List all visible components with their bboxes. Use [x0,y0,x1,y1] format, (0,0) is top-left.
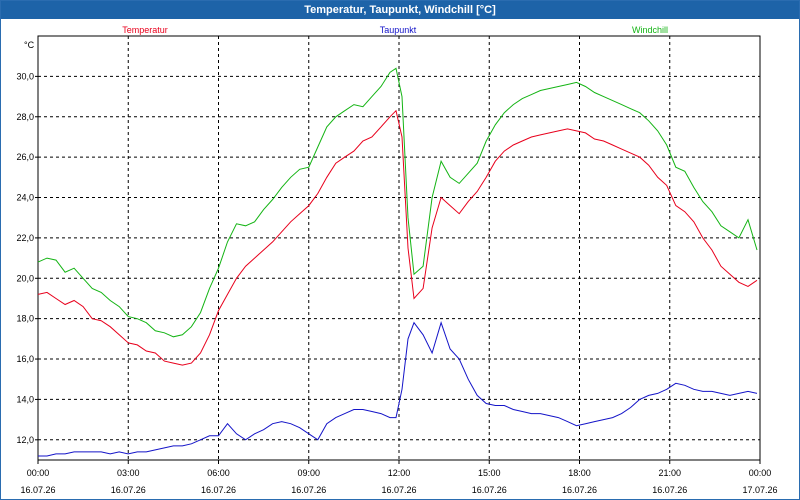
y-tick-label: 18,0 [16,314,34,324]
x-tick-time-label: 06:00 [207,468,230,478]
y-tick-label: 20,0 [16,273,34,283]
series-line-temperatur [37,109,758,366]
x-tick-date-label: 16.07.26 [111,485,146,495]
y-axis-label: °C [24,40,35,50]
y-tick-label: 24,0 [16,193,34,203]
legend-entry-temperatur: Temperatur [122,25,168,35]
y-tick-label: 16,0 [16,354,34,364]
y-tick-label: 12,0 [16,435,34,445]
x-tick-date-label: 16.07.26 [381,485,416,495]
x-tick-time-label: 21:00 [658,468,681,478]
x-tick-date-label: 16.07.26 [652,485,687,495]
legend-entry-taupunkt: Taupunkt [380,25,417,35]
y-tick-label: 14,0 [16,394,34,404]
x-tick-time-label: 12:00 [388,468,411,478]
x-tick-date-label: 16.07.26 [201,485,236,495]
chart-canvas: 12,0 14,0 16,0 18,0 20,0 22,0 24,0 26,0 28,0 30,0… [16,25,777,495]
x-tick-date-label: 17.07.26 [742,485,777,495]
series-line-taupunkt [38,321,758,457]
x-tick-time-label: 09:00 [297,468,320,478]
series-line-windchill [37,67,758,338]
y-tick-label: 22,0 [16,233,34,243]
legend-entry-windchill: Windchill [632,25,668,35]
x-tick-time-label: 00:00 [749,468,772,478]
x-tick-time-label: 03:00 [117,468,140,478]
x-tick-time-label: 18:00 [568,468,591,478]
x-tick-date-label: 16.07.26 [562,485,597,495]
y-tick-label: 26,0 [16,152,34,162]
y-tick-label: 30,0 [16,71,34,81]
x-tick-time-label: 15:00 [478,468,501,478]
x-tick-date-label: 16.07.26 [472,485,507,495]
x-tick-date-label: 16.07.26 [20,485,55,495]
x-tick-date-label: 16.07.26 [291,485,326,495]
y-tick-label: 28,0 [16,112,34,122]
x-tick-time-label: 00:00 [27,468,50,478]
